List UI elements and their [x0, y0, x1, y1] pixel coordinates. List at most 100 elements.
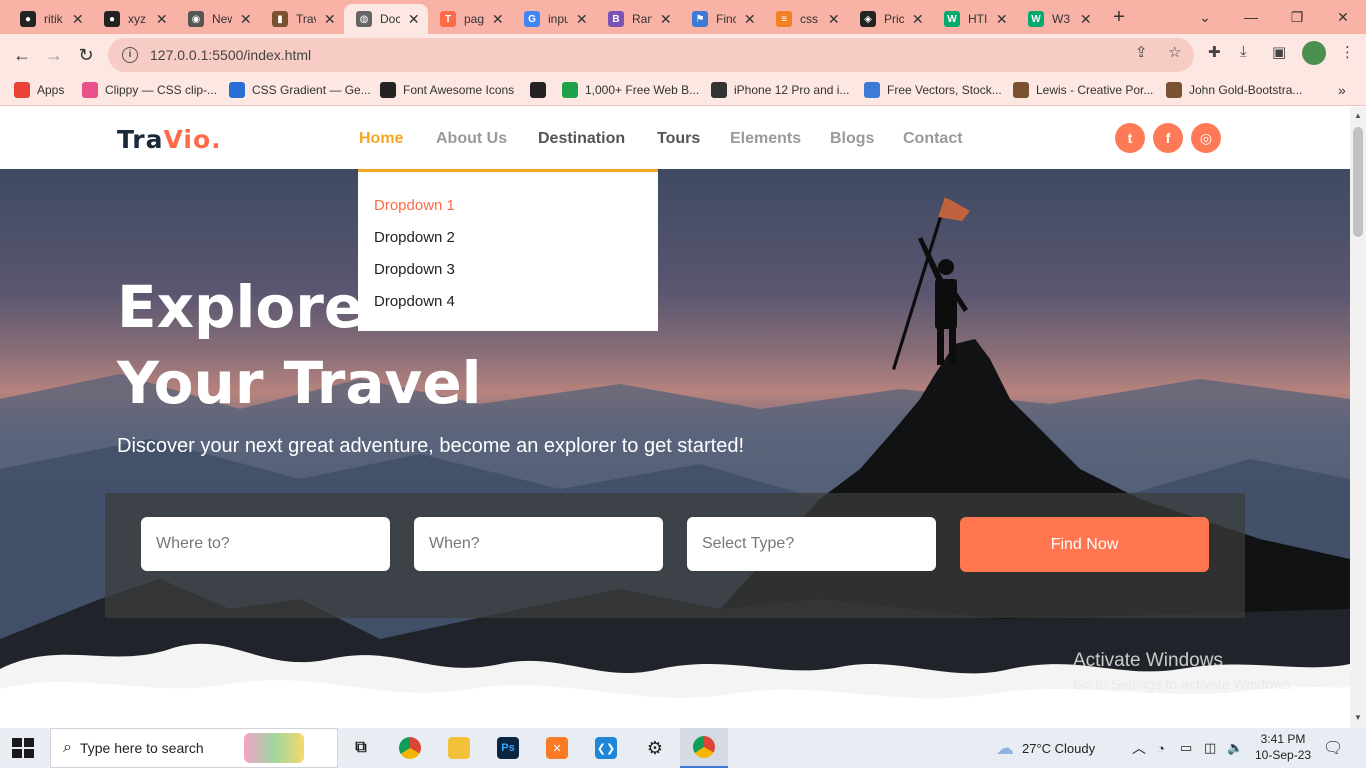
- nav-tours[interactable]: Tours: [657, 130, 700, 148]
- facebook-icon[interactable]: f: [1153, 123, 1183, 153]
- bookmark-item[interactable]: Lewis - Creative Por...: [1013, 82, 1153, 98]
- browser-tab[interactable]: ◉ New ✕: [176, 4, 260, 34]
- taskbar-search-box[interactable]: ⌕ Type here to search: [50, 728, 338, 768]
- browser-tab[interactable]: Ginpu ✕: [512, 4, 596, 34]
- nav-destination[interactable]: Destination: [538, 130, 625, 148]
- browser-tab[interactable]: ⚑ Finc ✕: [680, 4, 764, 34]
- nav-elements[interactable]: Elements: [730, 130, 801, 148]
- close-tab-icon[interactable]: ✕: [1080, 11, 1092, 28]
- nav-blogs[interactable]: Blogs: [830, 130, 874, 148]
- forward-arrow-icon[interactable]: →: [42, 43, 66, 67]
- restore-button[interactable]: ❐: [1274, 0, 1320, 34]
- chrome-taskbar-icon[interactable]: [386, 728, 434, 768]
- extensions-icon[interactable]: ✚: [1208, 43, 1221, 61]
- close-tab-icon[interactable]: ✕: [912, 11, 924, 28]
- bookmark-item[interactable]: Clippy — CSS clip-...: [82, 82, 217, 98]
- browser-tab[interactable]: ◈ Pric ✕: [848, 4, 932, 34]
- type-select[interactable]: [687, 517, 936, 571]
- close-tab-icon[interactable]: ✕: [240, 11, 252, 28]
- site-header: TraVio. Home About Us Destination Tours …: [0, 107, 1350, 169]
- nav-about-us[interactable]: About Us: [436, 130, 507, 148]
- w3-icon: W: [944, 11, 960, 27]
- address-bar[interactable]: i 127.0.0.1:5500/index.html: [108, 38, 1194, 72]
- share-icon[interactable]: ⇪: [1135, 43, 1148, 61]
- sidebar-icon[interactable]: ▣: [1272, 43, 1286, 61]
- bookmark-item[interactable]: [530, 82, 553, 98]
- vscode-icon[interactable]: ❮❯: [582, 728, 630, 768]
- bookmark-item[interactable]: John Gold-Bootstra...: [1166, 82, 1302, 98]
- flag-icon: ⚑: [692, 11, 708, 27]
- scroll-thumb[interactable]: [1353, 127, 1363, 237]
- close-tab-icon[interactable]: ✕: [576, 11, 588, 28]
- scroll-down-arrow-icon[interactable]: ▼: [1354, 713, 1362, 722]
- page-scrollbar[interactable]: ▲ ▼: [1350, 107, 1366, 728]
- close-tab-icon[interactable]: ✕: [324, 11, 336, 28]
- file-explorer-icon[interactable]: [435, 728, 483, 768]
- chrome-active-taskbar-icon[interactable]: [680, 728, 728, 768]
- browser-tab[interactable]: Tpag ✕: [428, 4, 512, 34]
- download-icon[interactable]: ⤓: [1240, 43, 1247, 60]
- weather-widget[interactable]: ☁ 27°C Cloudy: [996, 728, 1095, 768]
- instagram-icon[interactable]: ◎: [1191, 123, 1221, 153]
- volume-icon[interactable]: 🔈: [1227, 728, 1243, 768]
- browser-tab[interactable]: B Ran ✕: [596, 4, 680, 34]
- close-tab-icon[interactable]: ✕: [744, 11, 756, 28]
- browser-tab[interactable]: ◍ Doc ✕: [344, 4, 428, 34]
- url-text[interactable]: 127.0.0.1:5500/index.html: [150, 47, 311, 63]
- windows-start-icon[interactable]: [12, 738, 34, 758]
- more-bookmarks-chevron-icon[interactable]: »: [1338, 82, 1346, 98]
- browser-tab[interactable]: ≡ css ✕: [764, 4, 848, 34]
- tab-search-chevron-icon[interactable]: ⌄: [1182, 0, 1228, 34]
- close-tab-icon[interactable]: ✕: [408, 11, 420, 28]
- menu-kebab-icon[interactable]: ⋮: [1340, 43, 1355, 61]
- scroll-up-arrow-icon[interactable]: ▲: [1354, 111, 1362, 120]
- browser-tab[interactable]: ● xyz ✕: [92, 4, 176, 34]
- close-tab-icon[interactable]: ✕: [660, 11, 672, 28]
- bookmark-item[interactable]: Apps: [14, 82, 64, 98]
- bookmark-item[interactable]: Font Awesome Icons: [380, 82, 514, 98]
- browser-tab[interactable]: W HTI ✕: [932, 4, 1016, 34]
- bookmark-item[interactable]: 1,000+ Free Web B...: [562, 82, 699, 98]
- photoshop-icon[interactable]: Ps: [484, 728, 532, 768]
- twitter-icon[interactable]: t: [1115, 123, 1145, 153]
- meet-icon[interactable]: ◫: [1204, 728, 1216, 768]
- site-logo[interactable]: TraVio.: [117, 125, 222, 154]
- network-icon[interactable]: ◔: [1157, 728, 1165, 768]
- tray-chevron-icon[interactable]: ︿: [1132, 728, 1146, 768]
- bookmark-item[interactable]: iPhone 12 Pro and i...: [711, 82, 849, 98]
- site-info-icon[interactable]: i: [122, 47, 138, 63]
- tab-title: Pric: [884, 12, 904, 26]
- settings-gear-icon[interactable]: ⚙: [631, 728, 679, 768]
- dropdown-item-3[interactable]: Dropdown 3: [374, 261, 455, 278]
- battery-icon[interactable]: ▭: [1180, 728, 1192, 768]
- profile-avatar[interactable]: [1302, 41, 1326, 65]
- back-arrow-icon[interactable]: ←: [10, 43, 34, 67]
- find-now-button[interactable]: Find Now: [960, 517, 1209, 572]
- system-clock[interactable]: 3:41 PM 10-Sep-23: [1255, 731, 1311, 763]
- dropdown-item-4[interactable]: Dropdown 4: [374, 293, 455, 310]
- browser-tab[interactable]: W W3 ✕: [1016, 4, 1100, 34]
- dropdown-item-1[interactable]: Dropdown 1: [374, 197, 455, 214]
- reload-icon[interactable]: ↻: [74, 43, 98, 67]
- browser-tab[interactable]: ● ritik ✕: [8, 4, 92, 34]
- close-window-button[interactable]: ✕: [1320, 0, 1366, 34]
- task-view-icon[interactable]: ⧉: [337, 728, 385, 768]
- new-tab-button[interactable]: +: [1108, 6, 1130, 28]
- minimize-button[interactable]: —: [1228, 0, 1274, 34]
- xampp-icon[interactable]: ✕: [533, 728, 581, 768]
- nav-contact[interactable]: Contact: [903, 130, 963, 148]
- where-input[interactable]: [141, 517, 390, 571]
- when-input[interactable]: [414, 517, 663, 571]
- close-tab-icon[interactable]: ✕: [996, 11, 1008, 28]
- close-tab-icon[interactable]: ✕: [72, 11, 84, 28]
- bookmark-star-icon[interactable]: ☆: [1168, 43, 1181, 61]
- close-tab-icon[interactable]: ✕: [492, 11, 504, 28]
- close-tab-icon[interactable]: ✕: [828, 11, 840, 28]
- browser-tab[interactable]: ▮ Trav ✕: [260, 4, 344, 34]
- close-tab-icon[interactable]: ✕: [156, 11, 168, 28]
- nav-home[interactable]: Home: [359, 130, 403, 148]
- notifications-icon[interactable]: 🗨: [1323, 728, 1343, 768]
- bookmark-item[interactable]: CSS Gradient — Ge...: [229, 82, 371, 98]
- bookmark-item[interactable]: Free Vectors, Stock...: [864, 82, 1002, 98]
- dropdown-item-2[interactable]: Dropdown 2: [374, 229, 455, 246]
